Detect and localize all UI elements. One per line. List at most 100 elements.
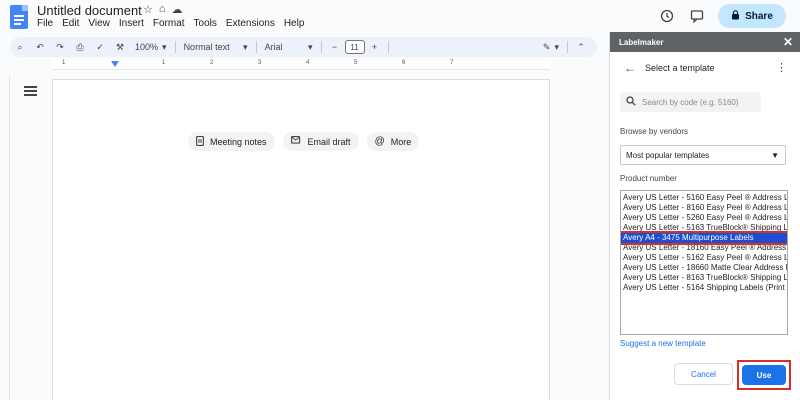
chevron-down-icon: ▾ bbox=[162, 41, 167, 52]
divider bbox=[320, 41, 322, 53]
lock-icon bbox=[731, 9, 740, 23]
document-outline-icon[interactable] bbox=[24, 86, 37, 97]
product-option-selected[interactable]: Avery A4 - 3475 Multipurpose Labels bbox=[621, 231, 787, 245]
more-chip[interactable]: @ More bbox=[366, 132, 420, 151]
divider bbox=[255, 41, 257, 53]
zoom-dropdown[interactable]: 100% ▾ bbox=[130, 38, 172, 56]
document-icon bbox=[196, 135, 204, 148]
cancel-button[interactable]: Cancel bbox=[674, 363, 733, 385]
ruler-number: 2 bbox=[210, 60, 214, 66]
comments-icon[interactable] bbox=[688, 7, 706, 25]
chevron-down-icon: ▾ bbox=[308, 41, 313, 52]
close-icon[interactable]: ✕ bbox=[783, 35, 793, 49]
vendor-select-value: Most popular templates bbox=[626, 150, 710, 160]
panel-subtitle: Select a template bbox=[645, 63, 715, 73]
document-page[interactable] bbox=[52, 79, 550, 400]
product-listbox[interactable]: Avery US Letter - 5160 Easy Peel ® Addre… bbox=[620, 190, 788, 335]
indent-marker-icon[interactable] bbox=[111, 61, 119, 67]
building-block-chips: Meeting notes Email draft @ More bbox=[188, 132, 420, 151]
document-title[interactable]: Untitled document bbox=[37, 3, 142, 18]
ruler-number: 4 bbox=[306, 60, 310, 66]
paint-format-icon[interactable]: ⚒ bbox=[110, 38, 130, 56]
chip-label: More bbox=[390, 136, 412, 147]
docs-logo-icon[interactable] bbox=[10, 5, 28, 29]
style-value: Normal text bbox=[183, 42, 230, 52]
search-menus-icon[interactable]: ⌕ bbox=[10, 38, 30, 56]
ruler-number: 6 bbox=[402, 60, 406, 66]
star-icon[interactable]: ☆ bbox=[143, 3, 153, 16]
menu-edit[interactable]: Edit bbox=[62, 18, 79, 29]
email-draft-chip[interactable]: Email draft bbox=[282, 132, 359, 151]
share-button[interactable]: Share bbox=[718, 4, 786, 28]
product-option[interactable]: Avery US Letter - 18160 Easy Peel ® Addr… bbox=[621, 243, 787, 253]
ruler-number: 1 bbox=[62, 60, 66, 66]
use-button-highlight: Use bbox=[737, 360, 791, 390]
menu-extensions[interactable]: Extensions bbox=[226, 18, 275, 29]
meeting-notes-chip[interactable]: Meeting notes bbox=[188, 132, 275, 151]
menu-bar: File Edit View Insert Format Tools Exten… bbox=[37, 18, 304, 29]
decrease-font-size-icon[interactable]: − bbox=[325, 38, 345, 56]
panel-header: Labelmaker ✕ bbox=[610, 32, 800, 52]
caret-down-icon: ▼ bbox=[771, 150, 779, 160]
collapse-toolbar-icon[interactable]: ⌃ bbox=[571, 38, 591, 56]
font-dropdown[interactable]: Arial ▾ bbox=[260, 38, 318, 56]
product-option[interactable]: Avery US Letter - 5164 Shipping Labels (… bbox=[621, 283, 787, 293]
vendor-select[interactable]: Most popular templates ▼ bbox=[620, 145, 786, 165]
pencil-icon: ✎ bbox=[542, 41, 551, 52]
panel-title: Labelmaker bbox=[619, 37, 664, 47]
product-option[interactable]: Avery US Letter - 8160 Easy Peel ® Addre… bbox=[621, 203, 787, 213]
product-option[interactable]: Avery US Letter - 18660 Matte Clear Addr… bbox=[621, 263, 787, 273]
ruler-number: 3 bbox=[258, 60, 262, 66]
back-arrow-icon[interactable]: ← bbox=[624, 61, 636, 75]
divider bbox=[567, 41, 568, 53]
print-icon[interactable]: ⎙ bbox=[70, 38, 90, 56]
menu-view[interactable]: View bbox=[88, 18, 110, 29]
menu-tools[interactable]: Tools bbox=[194, 18, 217, 29]
menu-help[interactable]: Help bbox=[284, 18, 305, 29]
font-size-field[interactable]: 11 bbox=[344, 38, 365, 56]
divider bbox=[387, 41, 389, 53]
cloud-icon[interactable]: ☁ bbox=[172, 3, 183, 16]
title-icons: ☆ ⌂ ☁ bbox=[143, 3, 183, 16]
increase-font-size-icon[interactable]: + bbox=[365, 38, 385, 56]
menu-file[interactable]: File bbox=[37, 18, 53, 29]
menu-format[interactable]: Format bbox=[153, 18, 185, 29]
email-icon bbox=[290, 136, 302, 147]
scroll-gutter[interactable] bbox=[597, 60, 607, 400]
ruler-number: 5 bbox=[354, 60, 358, 66]
labelmaker-panel: Labelmaker ✕ ← Select a template ⋮ Brows… bbox=[609, 32, 800, 400]
menu-insert[interactable]: Insert bbox=[119, 18, 144, 29]
product-option[interactable]: Avery US Letter - 5162 Easy Peel ® Addre… bbox=[621, 253, 787, 263]
more-options-icon[interactable]: ⋮ bbox=[776, 61, 787, 74]
horizontal-ruler[interactable]: 1 1 2 3 4 5 6 7 bbox=[52, 60, 550, 70]
chip-label: Email draft bbox=[307, 136, 351, 147]
folder-icon[interactable]: ⌂ bbox=[159, 3, 166, 16]
style-dropdown[interactable]: Normal text ▾ bbox=[179, 38, 253, 56]
redo-icon[interactable]: ↷ bbox=[50, 38, 70, 56]
product-option[interactable]: Avery US Letter - 5160 Easy Peel ® Addre… bbox=[621, 193, 787, 203]
product-option[interactable]: Avery US Letter - 5260 Easy Peel ® Addre… bbox=[621, 213, 787, 223]
vendors-label: Browse by vendors bbox=[620, 127, 689, 136]
search-icon bbox=[626, 93, 636, 111]
top-right-actions: Share bbox=[658, 4, 786, 28]
ruler-number: 7 bbox=[450, 60, 454, 66]
product-number-label: Product number bbox=[620, 174, 677, 183]
chevron-down-icon: ▾ bbox=[243, 41, 248, 52]
at-sign-icon: @ bbox=[374, 136, 385, 147]
product-option[interactable]: Avery US Letter - 5163 TrueBlock® Shippi… bbox=[621, 223, 787, 233]
vertical-ruler[interactable] bbox=[0, 75, 10, 400]
spellcheck-icon[interactable]: ✓ bbox=[90, 38, 110, 56]
font-value: Arial bbox=[264, 42, 283, 52]
title-bar: Untitled document ☆ ⌂ ☁ File Edit View I… bbox=[0, 0, 800, 36]
undo-icon[interactable]: ↶ bbox=[30, 38, 50, 56]
app-window: Untitled document ☆ ⌂ ☁ File Edit View I… bbox=[0, 0, 800, 400]
use-button[interactable]: Use bbox=[742, 365, 786, 385]
template-search[interactable] bbox=[620, 92, 761, 112]
search-input[interactable] bbox=[642, 97, 752, 107]
history-icon[interactable] bbox=[658, 7, 676, 25]
suggest-template-link[interactable]: Suggest a new template bbox=[620, 339, 706, 348]
font-size-value: 11 bbox=[344, 40, 365, 54]
product-option[interactable]: Avery US Letter - 8163 TrueBlock® Shippi… bbox=[621, 273, 787, 283]
editing-mode-dropdown[interactable]: ✎ ▾ bbox=[538, 38, 564, 56]
chevron-down-icon: ▾ bbox=[554, 41, 559, 52]
